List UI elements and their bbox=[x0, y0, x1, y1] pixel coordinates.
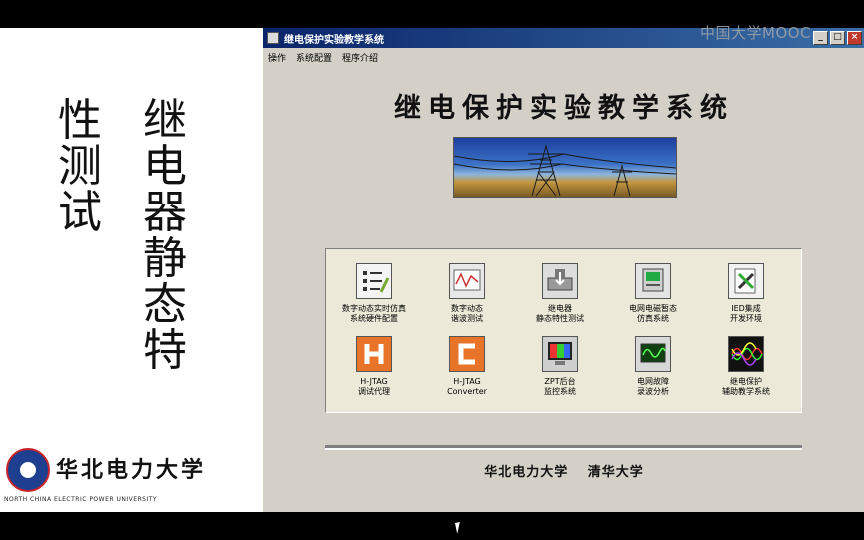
title-char: 试 bbox=[58, 187, 102, 238]
transmission-tower-icon bbox=[454, 144, 676, 197]
title-char: 器 bbox=[143, 187, 187, 238]
tool-em-transient-sim[interactable]: 电网电磁暂态 仿真系统 bbox=[608, 263, 698, 324]
title-char: 特 bbox=[143, 325, 187, 376]
menu-program-intro[interactable]: 程序介绍 bbox=[337, 51, 383, 64]
maximize-button[interactable]: □ bbox=[830, 31, 845, 45]
minimize-button[interactable]: _ bbox=[813, 31, 828, 45]
tool-label-line1: 继电器 bbox=[548, 304, 572, 313]
tool-digital-sim-hardware[interactable]: 数字动态实时仿真 系统硬件配置 bbox=[329, 263, 419, 324]
vertical-title-column-1: 继 电 器 静 态 特 bbox=[143, 98, 187, 374]
university-logo-block: 华北电力大学 NORTH CHINA ELECTRIC POWER UNIVER… bbox=[4, 448, 259, 510]
relay-device-icon bbox=[542, 263, 578, 299]
tool-label-line1: H-JTAG bbox=[453, 377, 481, 386]
c-letter-icon bbox=[449, 336, 485, 372]
color-monitor-icon bbox=[542, 336, 578, 372]
footer-institutions: 华北电力大学 清华大学 bbox=[484, 465, 644, 480]
title-char: 性 bbox=[58, 95, 102, 146]
close-button[interactable]: × bbox=[847, 31, 862, 45]
tool-label-line2: 仿真系统 bbox=[637, 314, 669, 323]
tool-label-line1: 继电保护 bbox=[730, 377, 762, 386]
tool-label-line2: 静态特性测试 bbox=[536, 314, 584, 323]
app-window: 继电保护实验教学系统 _ □ × 操作 系统配置 程序介绍 继电保护实验教学系统 bbox=[262, 28, 864, 512]
tool-label-line1: 电网故障 bbox=[637, 377, 669, 386]
tool-zpt-monitor[interactable]: ZPT后台 监控系统 bbox=[515, 336, 605, 397]
computer-icon bbox=[635, 263, 671, 299]
tool-label-line1: 数字动态 bbox=[451, 304, 483, 313]
tool-hjtag-converter[interactable]: H-JTAG Converter bbox=[422, 336, 512, 397]
lecture-slide-panel: 继 电 器 静 态 特 性 测 试 华北电力大学 NORTH CHINA ELE… bbox=[0, 28, 262, 512]
window-title: 继电保护实验教学系统 bbox=[284, 34, 384, 46]
tool-label-line2: 系统硬件配置 bbox=[350, 314, 398, 323]
footer-divider bbox=[325, 445, 802, 450]
vertical-title-column-2: 性 测 试 bbox=[58, 98, 102, 236]
tool-ied-dev-env[interactable]: IED集成 开发环境 bbox=[701, 263, 791, 324]
university-name-en: NORTH CHINA ELECTRIC POWER UNIVERSITY bbox=[4, 496, 158, 503]
waveform-icon bbox=[449, 263, 485, 299]
window-controls: _ □ × bbox=[813, 31, 862, 45]
title-char: 态 bbox=[143, 279, 187, 330]
university-emblem-icon bbox=[6, 448, 50, 492]
tool-label-line1: H-JTAG bbox=[360, 377, 388, 386]
tool-label-line2: 录波分析 bbox=[637, 387, 669, 396]
title-char: 电 bbox=[143, 141, 187, 192]
menu-bar: 操作 系统配置 程序介绍 bbox=[263, 48, 864, 66]
tool-label-line2: 辅助教学系统 bbox=[722, 387, 770, 396]
app-icon[interactable] bbox=[267, 32, 279, 44]
tool-label-line2: 监控系统 bbox=[544, 387, 576, 396]
mooc-watermark: 中国大学MOOC bbox=[700, 24, 812, 42]
menu-operate[interactable]: 操作 bbox=[263, 51, 291, 64]
mouse-cursor-icon bbox=[454, 521, 467, 534]
tool-label-line1: 电网电磁暂态 bbox=[629, 304, 677, 313]
tool-relay-teaching-aid[interactable]: 继电保护 辅助教学系统 bbox=[701, 336, 791, 397]
tools-icon bbox=[728, 263, 764, 299]
title-char: 静 bbox=[143, 233, 187, 284]
tool-label-line2: 开发环境 bbox=[730, 314, 762, 323]
oscilloscope-icon bbox=[635, 336, 671, 372]
module-launcher-panel: 数字动态实时仿真 系统硬件配置 数字动态 谐波测试 继电器 静态特性测试 电网电… bbox=[325, 248, 802, 413]
h-letter-icon bbox=[356, 336, 392, 372]
checklist-icon bbox=[356, 263, 392, 299]
tool-digital-harmonic-test[interactable]: 数字动态 谐波测试 bbox=[422, 263, 512, 324]
tool-fault-recording[interactable]: 电网故障 录波分析 bbox=[608, 336, 698, 397]
menu-system-config[interactable]: 系统配置 bbox=[291, 51, 337, 64]
tool-relay-static-test[interactable]: 继电器 静态特性测试 bbox=[515, 263, 605, 324]
main-heading: 继电保护实验教学系统 bbox=[394, 93, 734, 124]
sine-waves-icon bbox=[728, 336, 764, 372]
tool-hjtag-debug-agent[interactable]: H-JTAG 调试代理 bbox=[329, 336, 419, 397]
tool-label-line1: IED集成 bbox=[731, 304, 761, 313]
tool-label-line2: 谐波测试 bbox=[451, 314, 483, 323]
tool-label-line1: ZPT后台 bbox=[544, 377, 576, 386]
university-name-cn: 华北电力大学 bbox=[56, 457, 207, 483]
title-char: 继 bbox=[143, 95, 187, 146]
power-tower-banner-image bbox=[453, 137, 677, 198]
title-char: 测 bbox=[58, 141, 102, 192]
tool-label-line2: Converter bbox=[447, 387, 487, 396]
tool-label-line1: 数字动态实时仿真 bbox=[342, 304, 406, 313]
tool-label-line2: 调试代理 bbox=[358, 387, 390, 396]
